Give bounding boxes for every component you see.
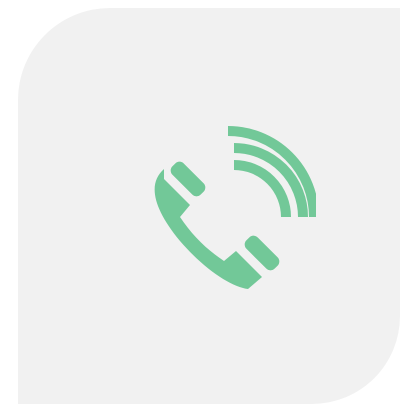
handset-body: [154, 169, 262, 289]
icon-tile: [18, 8, 400, 404]
phone-call-icon: [136, 125, 316, 295]
signal-waves: [227, 126, 316, 218]
phone-call-svg: [154, 126, 316, 289]
wave-inner: [233, 160, 291, 218]
